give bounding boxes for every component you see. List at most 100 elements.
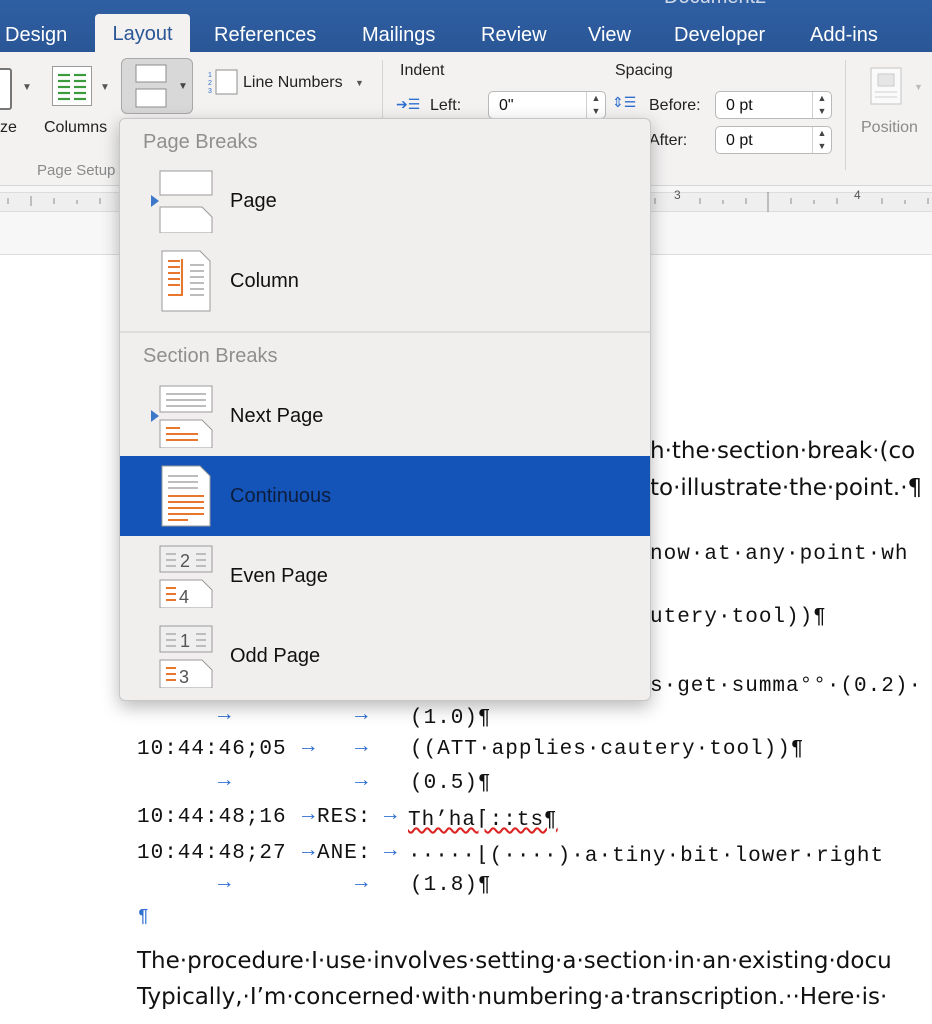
menu-item-label: Column	[230, 270, 299, 292]
breaks-button[interactable]: ▼	[121, 58, 193, 114]
tab-arrow: →	[218, 770, 232, 793]
spacing-after-input[interactable]: 0 pt ▲ ▼	[715, 126, 832, 154]
indent-left-icon: ➔☰	[396, 96, 421, 112]
columns-dropdown-arrow[interactable]: ▼	[100, 82, 110, 93]
svg-text:1: 1	[208, 72, 212, 79]
tab-design[interactable]: Design	[5, 18, 67, 52]
tab-view[interactable]: View	[588, 18, 631, 52]
spacing-group-label: Spacing	[615, 62, 673, 79]
position-icon[interactable]	[869, 66, 903, 106]
breaks-menu: Page Breaks Page Column Section Breaks N…	[119, 118, 651, 701]
continuous-break-icon	[161, 465, 211, 527]
spacing-after-label: After:	[649, 132, 688, 149]
page-setup-group-label: Page Setup	[37, 162, 116, 179]
spacing-before-label: Before:	[649, 97, 701, 114]
odd-page-break-icon: 1 3	[159, 625, 213, 688]
ruler-mark-3: 3	[674, 188, 681, 202]
breaks-dropdown-arrow: ▼	[178, 81, 188, 92]
menu-item-odd-page[interactable]: 1 3 Odd Page	[120, 616, 650, 696]
tab-references[interactable]: References	[214, 18, 316, 52]
tab-mailings[interactable]: Mailings	[362, 18, 435, 52]
transcript-text: ((ATT·applies·cautery·tool))¶	[410, 738, 805, 761]
columns-icon[interactable]	[52, 66, 92, 106]
menu-item-label: Page	[230, 190, 277, 212]
size-dropdown-arrow[interactable]: ▼	[22, 82, 32, 93]
transcript-speaker: ANE:	[317, 842, 372, 865]
menu-separator	[120, 331, 650, 333]
line-numbers-dropdown-arrow[interactable]: ▼	[355, 78, 364, 88]
spacing-before-value: 0 pt	[726, 97, 753, 114]
transcript-text: (1.8)¶	[410, 874, 492, 897]
doc-fragment-1: h·the·section·break·(co	[650, 438, 916, 464]
size-label[interactable]: ze	[0, 119, 17, 137]
indent-group-label: Indent	[400, 62, 445, 79]
menu-item-label: Odd Page	[230, 645, 321, 667]
svg-text:2: 2	[180, 551, 190, 571]
transcript-time: 10:44:48;27	[137, 842, 287, 865]
tab-arrow: →	[355, 872, 369, 895]
column-break-icon	[161, 250, 211, 312]
doc-fragment-2: to·illustrate·the·point.·¶	[650, 475, 923, 501]
ruler-mark-4: 4	[854, 188, 861, 202]
indent-left-value: 0"	[499, 97, 514, 114]
line-numbers-icon[interactable]: 1 2 3	[207, 68, 239, 96]
tab-developer[interactable]: Developer	[674, 18, 765, 52]
even-page-break-icon: 2 4	[159, 545, 213, 608]
tab-review[interactable]: Review	[481, 18, 547, 52]
menu-item-label: Continuous	[230, 485, 332, 507]
section-breaks-heading: Section Breaks	[143, 345, 278, 367]
transcript-time: 10:44:46;05	[137, 738, 287, 761]
position-dropdown-arrow[interactable]: ▼	[914, 82, 923, 92]
tab-add-ins[interactable]: Add-ins	[810, 18, 878, 52]
menu-item-next-page[interactable]: Next Page	[120, 376, 650, 456]
paragraph-line: Typically,·I’m·concerned·with·numbering·…	[137, 984, 888, 1010]
svg-text:1: 1	[180, 631, 190, 651]
tab-arrow: →	[218, 704, 232, 727]
tab-arrow: →	[218, 872, 232, 895]
menu-item-page[interactable]: Page	[120, 161, 650, 241]
paragraph-line: The·procedure·I·use·involves·setting·a·s…	[137, 948, 892, 974]
transcript-text: (1.0)¶	[410, 707, 492, 730]
transcript-text: ·····⌊(····)·a·tiny·bit·lower·right	[408, 845, 885, 868]
doc-fragment-3: now·at·any·point·wh	[650, 543, 909, 566]
indent-left-stepper[interactable]: ▲ ▼	[586, 92, 605, 118]
menu-item-label: Even Page	[230, 565, 328, 587]
transcript-text: (0.5)¶	[410, 772, 492, 795]
menu-item-even-page[interactable]: 2 4 Even Page	[120, 536, 650, 616]
tab-arrow: →	[355, 704, 369, 727]
tab-arrow: →	[355, 770, 369, 793]
spacing-after-value: 0 pt	[726, 132, 753, 149]
menu-item-column[interactable]: Column	[120, 241, 650, 321]
tab-arrow: →	[302, 840, 316, 863]
transcript-text: Th’ha⌈::ts¶	[408, 809, 558, 832]
indent-left-label: Left:	[430, 97, 462, 114]
menu-item-label: Next Page	[230, 405, 324, 427]
spacing-after-stepper[interactable]: ▲ ▼	[812, 127, 831, 153]
page-break-icon	[159, 170, 213, 233]
columns-label[interactable]: Columns	[44, 119, 107, 137]
spacing-before-icon: ⇕☰	[612, 94, 637, 110]
next-page-break-icon	[159, 385, 213, 448]
transcript-speaker: RES:	[317, 806, 372, 829]
ribbon-tab-bar: Document2 Design Layout References Maili…	[0, 0, 932, 52]
group-divider	[845, 60, 846, 170]
tab-arrow: →	[384, 804, 398, 827]
document-title: Document2	[664, 0, 766, 9]
spacing-before-stepper[interactable]: ▲ ▼	[812, 92, 831, 118]
svg-text:3: 3	[208, 88, 212, 95]
size-icon[interactable]	[0, 68, 12, 110]
tab-arrow: →	[302, 804, 316, 827]
tab-layout[interactable]: Layout	[95, 14, 190, 52]
spacing-before-input[interactable]: 0 pt ▲ ▼	[715, 91, 832, 119]
transcript-time: 10:44:48;16	[137, 806, 287, 829]
position-label[interactable]: Position	[861, 119, 918, 137]
tab-arrow: →	[355, 736, 369, 759]
tab-arrow: →	[302, 736, 316, 759]
doc-fragment-5: s·get·summa°°·(0.2)·	[650, 675, 923, 698]
empty-paragraph-mark: ¶	[138, 907, 150, 927]
svg-text:2: 2	[208, 80, 212, 87]
svg-text:4: 4	[179, 587, 189, 607]
menu-item-continuous[interactable]: Continuous	[120, 456, 650, 536]
line-numbers-button[interactable]: Line Numbers	[243, 74, 343, 92]
indent-left-input[interactable]: 0" ▲ ▼	[488, 91, 606, 119]
